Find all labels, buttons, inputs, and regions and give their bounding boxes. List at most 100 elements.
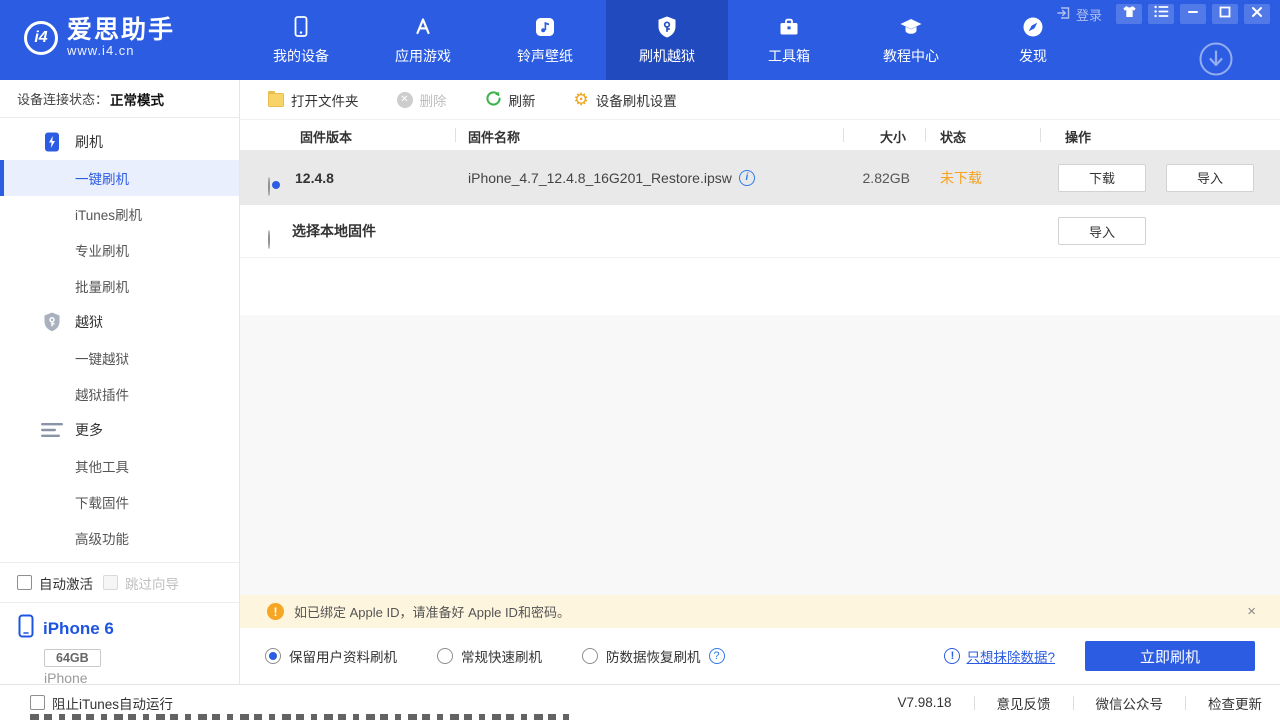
sidebar-item-itunes-flash[interactable]: iTunes刷机 bbox=[0, 196, 239, 232]
sidebar-item-advanced-features[interactable]: 高级功能 bbox=[0, 520, 239, 556]
table-header: 固件版本 固件名称 大小 状态 操作 bbox=[240, 120, 1280, 150]
checkbox-icon bbox=[30, 695, 45, 710]
refresh-button[interactable]: 刷新 bbox=[485, 90, 536, 110]
sidebar-item-download-firmware[interactable]: 下载固件 bbox=[0, 484, 239, 520]
menu-button[interactable] bbox=[1148, 4, 1174, 24]
sidebar-item-label: 下载固件 bbox=[75, 492, 129, 512]
sidebar-item-one-key-flash[interactable]: 一键刷机 bbox=[0, 160, 239, 196]
sidebar-item-label: 专业刷机 bbox=[75, 240, 129, 260]
minimize-button[interactable] bbox=[1180, 4, 1206, 24]
sidebar-item-jailbreak-plugins[interactable]: 越狱插件 bbox=[0, 376, 239, 412]
clipped-text-strip bbox=[30, 714, 570, 720]
appstore-icon bbox=[410, 14, 436, 40]
nav-my-device[interactable]: 我的设备 bbox=[240, 0, 362, 80]
erase-data-link[interactable]: ! 只想抹除数据? bbox=[944, 646, 1055, 666]
sidebar-options: 自动激活 跳过向导 bbox=[0, 562, 239, 602]
column-divider bbox=[925, 128, 926, 142]
radio-icon bbox=[265, 648, 281, 664]
sidebar-group-label: 越狱 bbox=[75, 312, 103, 332]
close-window-icon bbox=[1251, 5, 1263, 23]
flash-jailbreak-icon bbox=[654, 14, 680, 40]
sidebar-item-pro-flash[interactable]: 专业刷机 bbox=[0, 232, 239, 268]
sidebar-item-label: 其他工具 bbox=[75, 456, 129, 476]
sidebar-item-label: iTunes刷机 bbox=[75, 204, 142, 224]
tutorial-icon bbox=[898, 14, 924, 40]
nav-label: 刷机越狱 bbox=[639, 46, 695, 66]
option-normal-fast-flash[interactable]: 常规快速刷机 bbox=[437, 646, 542, 666]
nav-ringtones[interactable]: 铃声壁纸 bbox=[484, 0, 606, 80]
flash-now-button[interactable]: 立即刷机 bbox=[1085, 641, 1255, 671]
folder-icon bbox=[268, 93, 284, 107]
skip-setup-checkbox: 跳过向导 bbox=[103, 573, 179, 593]
firmware-status-badge: 未下载 bbox=[940, 168, 982, 188]
option-keep-user-data[interactable]: 保留用户资料刷机 bbox=[265, 646, 397, 666]
close-button[interactable] bbox=[1244, 4, 1270, 24]
theme-skin-button[interactable] bbox=[1116, 4, 1142, 24]
import-local-button[interactable]: 导入 bbox=[1058, 217, 1146, 245]
delete-label: 删除 bbox=[420, 90, 447, 110]
nav-flash-jailbreak[interactable]: 刷机越狱 bbox=[606, 0, 728, 80]
maximize-icon bbox=[1219, 5, 1231, 23]
login-label: 登录 bbox=[1076, 5, 1102, 24]
firmware-radio-selected[interactable] bbox=[268, 177, 270, 196]
jailbreak-shield-icon bbox=[41, 311, 63, 333]
sidebar-group-flash[interactable]: 刷机 bbox=[0, 124, 239, 160]
sidebar-item-label: 高级功能 bbox=[75, 528, 129, 548]
main-panel: 打开文件夹 ✕ 删除 刷新 ⚙ 设备刷机设置 固件版本 固件名称 大小 状态 操… bbox=[240, 80, 1280, 684]
table-filler bbox=[240, 258, 1280, 315]
nav-label: 应用游戏 bbox=[395, 46, 451, 66]
col-status: 状态 bbox=[940, 127, 966, 146]
sidebar-item-label: 越狱插件 bbox=[75, 384, 129, 404]
col-size: 大小 bbox=[880, 127, 906, 146]
footer-divider bbox=[1073, 696, 1074, 710]
feedback-link[interactable]: 意见反馈 bbox=[997, 693, 1051, 713]
import-button[interactable]: 导入 bbox=[1166, 164, 1254, 192]
notice-close-icon[interactable]: × bbox=[1247, 603, 1256, 620]
col-firmware-version: 固件版本 bbox=[300, 127, 352, 146]
nav-toolbox[interactable]: 工具箱 bbox=[728, 0, 850, 80]
nav-label: 教程中心 bbox=[883, 46, 939, 66]
nav-label: 工具箱 bbox=[768, 46, 810, 66]
download-manager-button[interactable] bbox=[1197, 40, 1235, 78]
option-anti-data-recovery[interactable]: 防数据恢复刷机 ? bbox=[582, 646, 725, 666]
wechat-link[interactable]: 微信公众号 bbox=[1096, 693, 1164, 713]
connection-status: 设备连接状态： 正常模式 bbox=[0, 80, 239, 118]
refresh-icon bbox=[485, 90, 502, 110]
skip-setup-label: 跳过向导 bbox=[125, 573, 179, 593]
check-update-link[interactable]: 检查更新 bbox=[1208, 693, 1262, 713]
block-itunes-checkbox[interactable]: 阻止iTunes自动运行 bbox=[30, 693, 173, 713]
sidebar-item-other-tools[interactable]: 其他工具 bbox=[0, 448, 239, 484]
col-actions: 操作 bbox=[1065, 127, 1091, 146]
app-header: i4 爱思助手 www.i4.cn 我的设备 应用游戏 铃声壁纸 bbox=[0, 0, 1280, 80]
sidebar-group-more[interactable]: 更多 bbox=[0, 412, 239, 448]
help-icon[interactable]: ? bbox=[709, 648, 725, 664]
nav-label: 发现 bbox=[1019, 46, 1047, 66]
local-firmware-radio[interactable] bbox=[268, 230, 270, 249]
maximize-button[interactable] bbox=[1212, 4, 1238, 24]
firmware-row: 12.4.8 iPhone_4.7_12.4.8_16G201_Restore.… bbox=[240, 150, 1280, 205]
device-capacity-badge: 64GB bbox=[44, 649, 101, 667]
open-folder-button[interactable]: 打开文件夹 bbox=[268, 90, 359, 110]
app-logo: i4 爱思助手 www.i4.cn bbox=[24, 17, 175, 58]
info-icon[interactable]: i bbox=[739, 170, 755, 186]
auto-activate-label: 自动激活 bbox=[39, 573, 93, 593]
nav-tutorials[interactable]: 教程中心 bbox=[850, 0, 972, 80]
sidebar-group-jailbreak[interactable]: 越狱 bbox=[0, 304, 239, 340]
radio-icon bbox=[582, 648, 598, 664]
nav-label: 铃声壁纸 bbox=[517, 46, 573, 66]
shirt-icon bbox=[1122, 5, 1137, 24]
device-flash-settings-button[interactable]: ⚙ 设备刷机设置 bbox=[574, 90, 677, 110]
connection-status-label: 设备连接状态： bbox=[17, 89, 108, 108]
col-firmware-name: 固件名称 bbox=[468, 127, 520, 146]
flash-device-icon bbox=[41, 131, 63, 153]
list-menu-icon bbox=[1154, 5, 1169, 23]
nav-apps-games[interactable]: 应用游戏 bbox=[362, 0, 484, 80]
sidebar-item-batch-flash[interactable]: 批量刷机 bbox=[0, 268, 239, 304]
login-button[interactable]: 登录 bbox=[1056, 5, 1102, 24]
download-button[interactable]: 下载 bbox=[1058, 164, 1146, 192]
connection-status-value: 正常模式 bbox=[110, 89, 164, 109]
auto-activate-checkbox[interactable]: 自动激活 bbox=[17, 573, 93, 593]
erase-info-icon: ! bbox=[944, 648, 960, 664]
checkbox-icon bbox=[103, 575, 118, 590]
sidebar-item-one-key-jailbreak[interactable]: 一键越狱 bbox=[0, 340, 239, 376]
